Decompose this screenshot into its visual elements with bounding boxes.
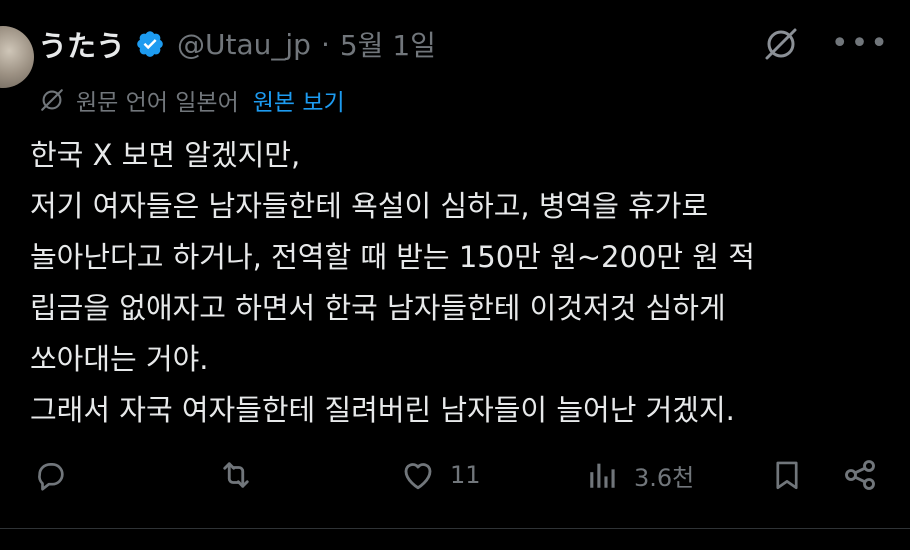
tweet-text-line: 그래서 자국 여자들한테 질려버린 남자들이 늘어난 거겠지.	[30, 393, 735, 427]
retweet-icon	[218, 457, 254, 493]
like-count: 11	[450, 461, 481, 489]
tweet-text-line: 한국 X 보면 알겠지만,	[30, 138, 301, 172]
retweet-button[interactable]	[218, 450, 254, 500]
divider	[0, 528, 910, 529]
author-name[interactable]: うたう	[38, 23, 125, 65]
action-bar: 11 3.6천	[30, 450, 890, 500]
tweet-text-line: 놀아난다고 하거나, 전역할 때 받는 150만 원~200만 원 적	[30, 240, 755, 274]
tweet-text-line: 립금을 없애자고 하면서 한국 남자들한테 이것저것 심하게	[30, 291, 726, 325]
author-handle[interactable]: @Utau_jp	[177, 28, 311, 61]
share-icon	[842, 457, 878, 493]
show-original-link[interactable]: 원본 보기	[253, 83, 345, 117]
translation-label: 원문 언어 일본어	[76, 90, 239, 116]
views-button[interactable]: 3.6천	[586, 450, 694, 500]
translation-notice: 원문 언어 일본어 원본 보기	[38, 82, 345, 118]
separator-dot: ·	[320, 27, 330, 61]
grok-translate-icon	[38, 86, 66, 114]
bookmark-icon	[770, 458, 804, 492]
bookmark-button[interactable]	[770, 450, 804, 500]
reply-button[interactable]	[34, 450, 68, 500]
tweet-text-line: 저기 여자들은 남자들한테 욕설이 심하고, 병역을 휴가로	[30, 189, 709, 223]
more-icon[interactable]: •••	[831, 29, 890, 59]
post-date[interactable]: 5월 1일	[340, 24, 436, 64]
tweet-text: 한국 X 보면 알겠지만, 저기 여자들은 남자들한테 욕설이 심하고, 병역을…	[30, 130, 890, 436]
views-icon	[586, 458, 620, 492]
like-button[interactable]: 11	[400, 450, 481, 500]
heart-icon	[400, 457, 436, 493]
grok-icon[interactable]	[761, 24, 801, 64]
tweet-header: うたう @Utau_jp · 5월 1일 •••	[38, 22, 890, 66]
reply-icon	[34, 458, 68, 492]
view-count: 3.6천	[634, 463, 695, 492]
avatar[interactable]	[0, 26, 34, 88]
tweet-text-line: 쏘아대는 거야.	[30, 342, 209, 376]
share-button[interactable]	[842, 450, 878, 500]
verified-badge-icon	[135, 29, 165, 59]
